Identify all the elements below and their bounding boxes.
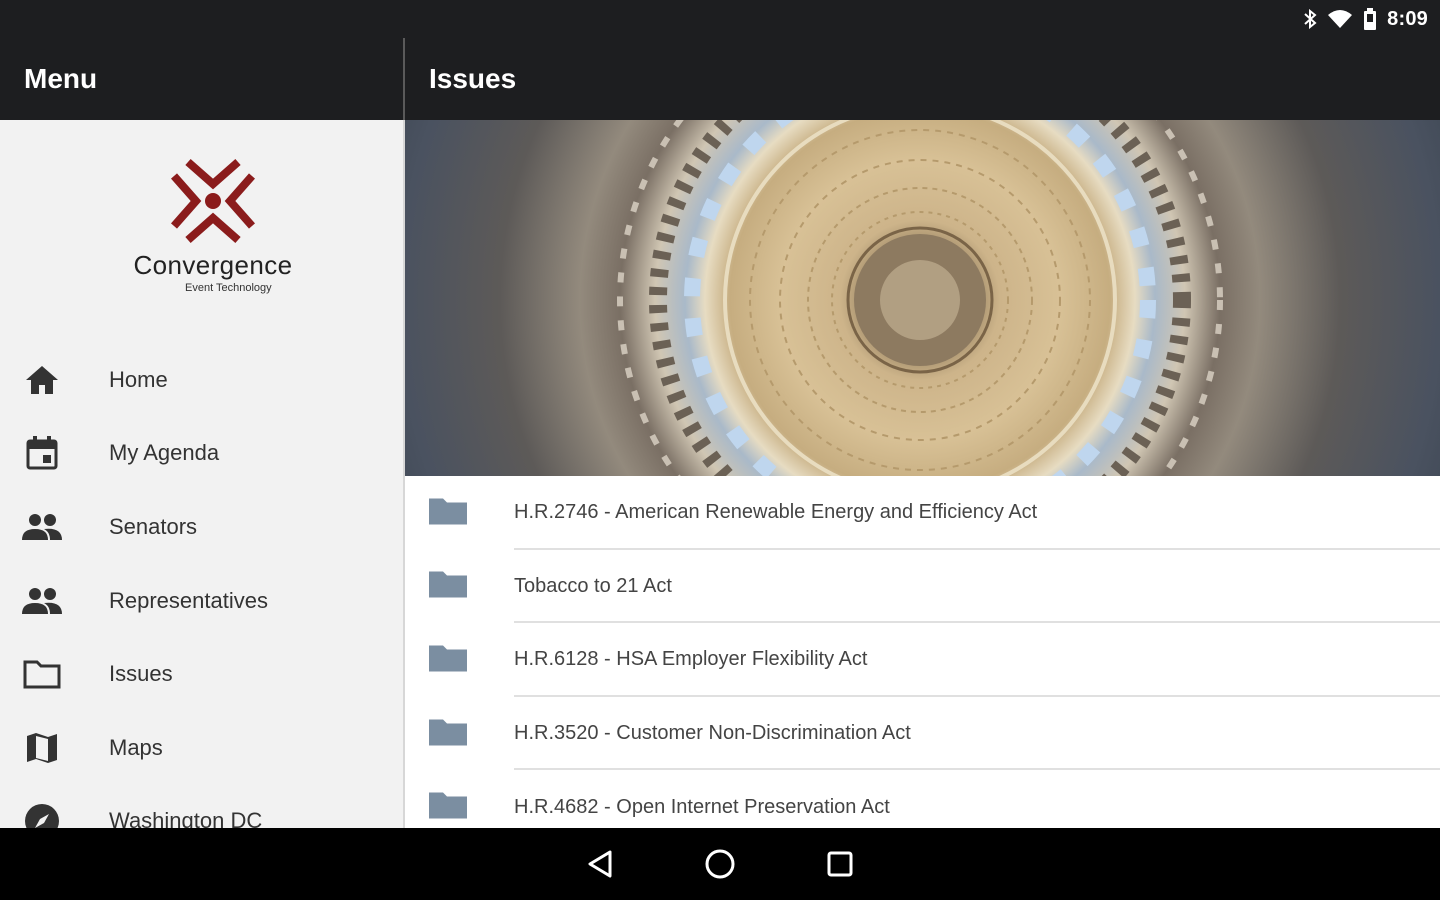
logo-brand-text: Convergence xyxy=(133,250,293,280)
folder-icon xyxy=(429,570,467,603)
issue-title: Tobacco to 21 Act xyxy=(514,574,672,597)
recents-button[interactable] xyxy=(780,850,900,878)
nav-item-home[interactable]: Home xyxy=(0,343,403,417)
folder-icon xyxy=(429,496,467,529)
issue-title: H.R.6128 - HSA Employer Flexibility Act xyxy=(514,648,868,671)
logo-mark-icon xyxy=(170,158,256,244)
navigation-drawer: Menu Convergence Event Technology Home M… xyxy=(0,38,403,828)
back-button[interactable] xyxy=(540,849,660,879)
status-bar: 8:09 xyxy=(0,0,1440,38)
people-icon xyxy=(22,513,62,541)
nav-item-label: My Agenda xyxy=(109,440,220,466)
hero-image-capitol-dome xyxy=(405,120,1440,476)
drawer-header: Menu xyxy=(0,38,403,120)
drawer-nav-list: Home My Agenda Senators Representatives … xyxy=(0,343,403,828)
folder-icon xyxy=(429,717,467,750)
nav-item-my-agenda[interactable]: My Agenda xyxy=(0,417,403,491)
nav-item-label: Maps xyxy=(109,734,163,760)
nav-item-label: Representatives xyxy=(109,587,268,613)
page-title: Issues xyxy=(429,63,517,94)
battery-icon xyxy=(1363,8,1377,30)
main-app-bar: Issues xyxy=(405,38,1440,120)
people-icon xyxy=(22,587,62,615)
nav-item-label: Washington DC xyxy=(109,808,263,828)
nav-item-label: Senators xyxy=(109,513,198,539)
nav-item-label: Home xyxy=(109,366,168,392)
drawer-title: Menu xyxy=(24,63,98,94)
recents-square-icon xyxy=(827,851,853,877)
map-icon xyxy=(22,731,62,765)
nav-item-issues[interactable]: Issues xyxy=(0,637,403,711)
issues-list: H.R.2746 - American Renewable Energy and… xyxy=(405,476,1440,844)
folder-outline-icon xyxy=(22,659,62,689)
wifi-icon xyxy=(1327,9,1353,29)
list-item[interactable]: H.R.3520 - Customer Non-Discrimination A… xyxy=(405,697,1440,771)
status-clock: 8:09 xyxy=(1387,7,1428,30)
issue-title: H.R.2746 - American Renewable Energy and… xyxy=(514,501,1038,524)
home-button[interactable] xyxy=(660,848,780,880)
back-triangle-icon xyxy=(588,850,612,878)
compass-icon xyxy=(22,803,62,828)
logo-subtitle: Event Technology xyxy=(185,282,272,294)
folder-icon xyxy=(429,643,467,676)
bluetooth-icon xyxy=(1303,9,1317,29)
nav-item-label: Issues xyxy=(109,661,173,687)
home-circle-icon xyxy=(705,849,735,879)
nav-item-washington-dc[interactable]: Washington DC xyxy=(0,785,403,828)
home-icon xyxy=(22,365,62,395)
nav-item-maps[interactable]: Maps xyxy=(0,711,403,785)
convergence-logo: Convergence Event Technology xyxy=(0,148,403,328)
folder-icon xyxy=(429,791,467,824)
list-item[interactable]: Tobacco to 21 Act xyxy=(405,550,1440,624)
nav-item-representatives[interactable]: Representatives xyxy=(0,564,403,638)
system-navigation-bar xyxy=(0,828,1440,900)
list-item[interactable]: H.R.6128 - HSA Employer Flexibility Act xyxy=(405,623,1440,697)
issue-title: H.R.3520 - Customer Non-Discrimination A… xyxy=(514,722,911,745)
list-item[interactable]: H.R.2746 - American Renewable Energy and… xyxy=(405,476,1440,550)
nav-item-senators[interactable]: Senators xyxy=(0,490,403,564)
calendar-icon xyxy=(22,436,62,470)
issue-title: H.R.4682 - Open Internet Preservation Ac… xyxy=(514,795,890,818)
